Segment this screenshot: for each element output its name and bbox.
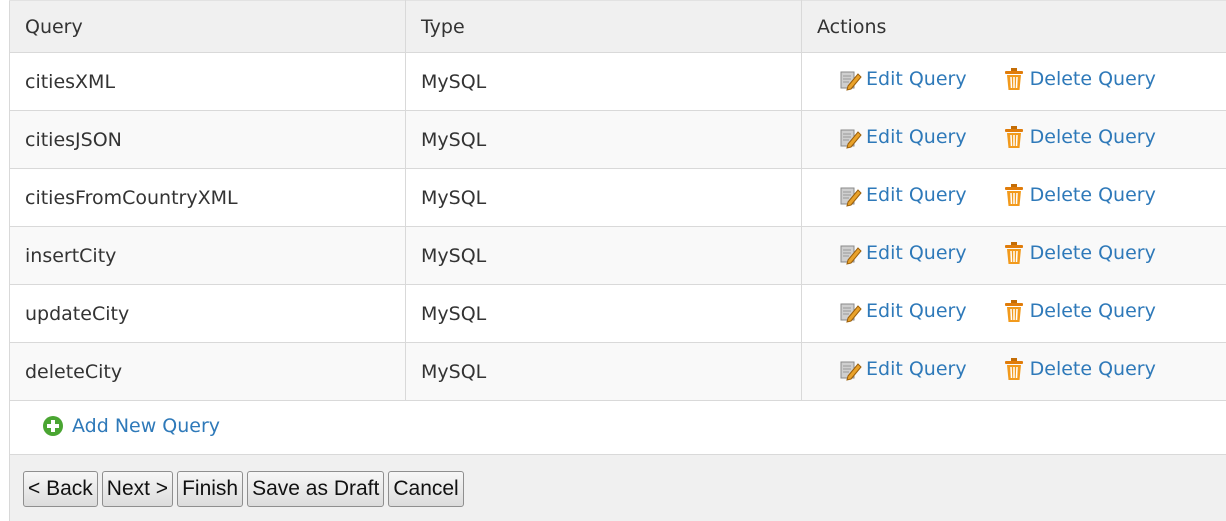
delete-query-label: Delete Query	[1029, 358, 1156, 380]
edit-query-link[interactable]: Edit Query	[838, 125, 967, 149]
table-row: citiesJSON MySQL Edit Query Delete Query	[9, 110, 1226, 169]
query-name-cell: updateCity	[9, 284, 406, 343]
delete-query-label: Delete Query	[1029, 68, 1156, 90]
actions-cell: Edit Query Delete Query	[801, 110, 1226, 169]
add-new-query-link[interactable]: Add New Query	[42, 415, 220, 437]
query-type-cell: MySQL	[405, 284, 802, 343]
edit-query-label: Edit Query	[866, 126, 967, 148]
edit-query-link[interactable]: Edit Query	[838, 299, 967, 323]
query-name-cell: citiesFromCountryXML	[9, 168, 406, 227]
delete-query-link[interactable]: Delete Query	[1002, 357, 1156, 381]
edit-query-link[interactable]: Edit Query	[838, 67, 967, 91]
edit-query-link[interactable]: Edit Query	[838, 357, 967, 381]
add-circle-icon	[43, 416, 63, 436]
edit-pencil-icon	[840, 71, 862, 91]
actions-cell: Edit Query Delete Query	[801, 226, 1226, 285]
delete-query-link[interactable]: Delete Query	[1002, 299, 1156, 323]
delete-query-label: Delete Query	[1029, 126, 1156, 148]
queries-table: Query Type Actions citiesXML MySQL Edit …	[9, 0, 1226, 457]
table-row: citiesFromCountryXML MySQL Edit Query De…	[9, 168, 1226, 227]
delete-query-link[interactable]: Delete Query	[1002, 183, 1156, 207]
delete-query-link[interactable]: Delete Query	[1002, 241, 1156, 265]
delete-query-label: Delete Query	[1029, 184, 1156, 206]
trash-icon	[1004, 300, 1023, 322]
query-name-cell: citiesXML	[9, 52, 406, 111]
query-name-cell: insertCity	[9, 226, 406, 285]
actions-cell: Edit Query Delete Query	[801, 284, 1226, 343]
delete-query-label: Delete Query	[1029, 242, 1156, 264]
actions-column-header: Actions	[801, 0, 1226, 53]
query-name-cell: deleteCity	[9, 342, 406, 401]
edit-query-label: Edit Query	[866, 300, 967, 322]
delete-query-label: Delete Query	[1029, 300, 1156, 322]
table-row: citiesXML MySQL Edit Query Delete Query	[9, 52, 1226, 111]
edit-query-label: Edit Query	[866, 68, 967, 90]
table-row: deleteCity MySQL Edit Query Delete Query	[9, 342, 1226, 401]
delete-query-link[interactable]: Delete Query	[1002, 125, 1156, 149]
table-row: updateCity MySQL Edit Query Delete Query	[9, 284, 1226, 343]
type-column-header: Type	[405, 0, 802, 53]
next-button[interactable]: Next >	[101, 471, 174, 507]
edit-pencil-icon	[840, 361, 862, 381]
edit-query-link[interactable]: Edit Query	[838, 241, 967, 265]
edit-query-label: Edit Query	[866, 184, 967, 206]
edit-pencil-icon	[840, 245, 862, 265]
trash-icon	[1004, 358, 1023, 380]
query-type-cell: MySQL	[405, 226, 802, 285]
query-column-header: Query	[9, 0, 406, 53]
wizard-buttons: < Back Next > Finish Save as Draft Cance…	[23, 471, 464, 507]
query-type-cell: MySQL	[405, 52, 802, 111]
actions-cell: Edit Query Delete Query	[801, 168, 1226, 227]
table-row: insertCity MySQL Edit Query Delete Query	[9, 226, 1226, 285]
table-header-row: Query Type Actions	[9, 0, 1226, 53]
query-type-cell: MySQL	[405, 342, 802, 401]
trash-icon	[1004, 242, 1023, 264]
delete-query-link[interactable]: Delete Query	[1002, 67, 1156, 91]
trash-icon	[1004, 184, 1023, 206]
query-type-cell: MySQL	[405, 168, 802, 227]
trash-icon	[1004, 68, 1023, 90]
actions-cell: Edit Query Delete Query	[801, 52, 1226, 111]
edit-query-label: Edit Query	[866, 358, 967, 380]
edit-pencil-icon	[840, 187, 862, 207]
add-query-cell: Add New Query	[9, 400, 1226, 457]
query-name-cell: citiesJSON	[9, 110, 406, 169]
edit-pencil-icon	[840, 129, 862, 149]
edit-pencil-icon	[840, 303, 862, 323]
back-button[interactable]: < Back	[23, 471, 98, 507]
add-query-row: Add New Query	[9, 400, 1226, 457]
actions-cell: Edit Query Delete Query	[801, 342, 1226, 401]
add-new-query-label: Add New Query	[72, 415, 221, 437]
trash-icon	[1004, 126, 1023, 148]
wizard-button-bar: < Back Next > Finish Save as Draft Cance…	[10, 454, 1226, 521]
query-type-cell: MySQL	[405, 110, 802, 169]
save-as-draft-button[interactable]: Save as Draft	[247, 471, 385, 507]
finish-button[interactable]: Finish	[177, 471, 244, 507]
edit-query-label: Edit Query	[866, 242, 967, 264]
cancel-button[interactable]: Cancel	[388, 471, 464, 507]
edit-query-link[interactable]: Edit Query	[838, 183, 967, 207]
